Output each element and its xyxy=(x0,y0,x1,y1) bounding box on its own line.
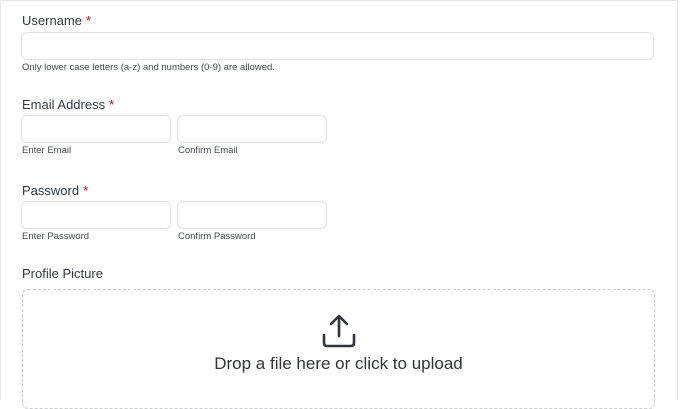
confirm-password-input[interactable] xyxy=(177,201,327,229)
required-indicator: * xyxy=(109,97,115,112)
username-label-text: Username xyxy=(22,13,82,28)
enter-password-input[interactable] xyxy=(21,201,171,229)
password-label-text: Password xyxy=(22,183,80,198)
confirm-email-input[interactable] xyxy=(177,115,327,143)
enter-email-input[interactable] xyxy=(21,115,171,143)
email-label: Email Address * xyxy=(22,97,114,112)
dropzone-text: Drop a file here or click to upload xyxy=(214,354,463,373)
confirm-email-hint: Confirm Email xyxy=(178,145,238,156)
enter-email-hint: Enter Email xyxy=(22,145,72,156)
required-indicator: * xyxy=(83,183,89,198)
password-label: Password * xyxy=(22,183,88,198)
required-indicator: * xyxy=(85,13,92,28)
enter-password-hint: Enter Password xyxy=(22,231,90,242)
confirm-password-hint: Confirm Password xyxy=(178,231,256,242)
upload-icon xyxy=(322,314,356,348)
email-label-text: Email Address xyxy=(22,97,106,112)
file-dropzone[interactable]: Drop a file here or click to upload xyxy=(22,289,655,409)
username-input[interactable] xyxy=(21,32,654,60)
username-hint: Only lower case letters (a-z) and number… xyxy=(22,62,275,73)
profile-picture-label: Profile Picture xyxy=(22,266,103,281)
username-label: Username * xyxy=(22,13,91,28)
